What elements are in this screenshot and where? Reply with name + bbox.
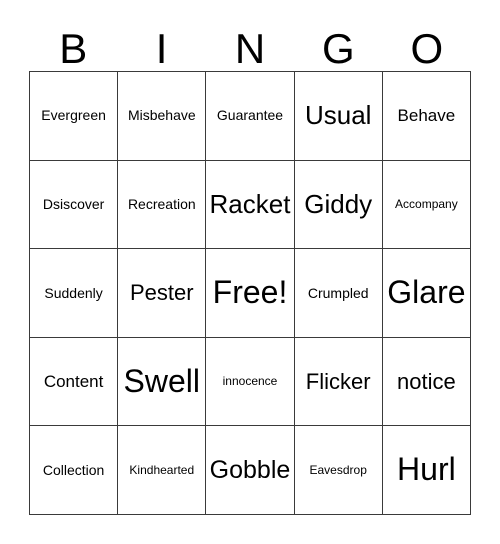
bingo-header-letter-o: O [410,25,444,72]
bingo-header-letter-n: N [234,25,266,72]
bingo-cell[interactable]: Crumpled [294,249,383,338]
bingo-cell-label: Accompany [395,197,458,212]
bingo-cell[interactable]: Misbehave [118,72,207,161]
bingo-cell-label: Swell [123,362,201,399]
bingo-cell[interactable]: Pester [118,249,207,338]
bingo-header-letter-i: I [155,25,168,72]
bingo-cell-label: Hurl [397,451,456,488]
bingo-grid: Evergreen Misbehave Guarantee Usual Behave Ds… [29,71,471,515]
bingo-card: B I N G O Evergreen Misbehave Guarantee Usu… [29,14,471,515]
bingo-cell-label: Free! [212,274,288,311]
bingo-cell-label: Pester [129,280,194,306]
bingo-cell-label: Usual [304,100,372,131]
bingo-cell-label: innocence [222,374,278,389]
bingo-cell-label: Glare [387,274,466,311]
bingo-cell[interactable]: Hurl [382,426,471,515]
bingo-cell-label: Kindhearted [129,462,195,477]
bingo-cell[interactable]: Flicker [294,337,383,427]
bingo-cell-label: notice [397,369,456,395]
bingo-cell[interactable]: Kindhearted [118,426,207,515]
bingo-cell[interactable]: Giddy [294,160,383,250]
bingo-cell-label: Guarantee [216,107,284,124]
bingo-cell[interactable]: Accompany [382,160,471,250]
bingo-cell-label: Content [43,371,104,391]
bingo-cell[interactable]: Suddenly [30,249,119,338]
bingo-cell[interactable]: Content [30,337,119,427]
bingo-cell[interactable]: Guarantee [206,72,295,161]
bingo-cell-label: Behave [397,105,456,125]
bingo-cell[interactable]: Evergreen [30,72,119,161]
bingo-cell[interactable]: Glare [382,249,471,338]
bingo-cell[interactable]: notice [382,337,471,427]
bingo-cell-label: Crumpled [307,284,369,301]
bingo-cell-label: Gobble [209,456,291,485]
bingo-cell[interactable]: Gobble [206,426,295,515]
bingo-cell[interactable]: innocence [206,337,295,427]
bingo-cell[interactable]: Collection [30,426,119,515]
bingo-cell-label: Suddenly [44,284,103,301]
bingo-cell[interactable]: Recreation [118,160,207,250]
bingo-cell[interactable]: Dsiscover [30,160,119,250]
bingo-cell[interactable]: Usual [294,72,383,161]
bingo-cell-label: Recreation [127,196,196,213]
bingo-cell[interactable]: Behave [382,72,471,161]
bingo-cell[interactable]: Eavesdrop [294,426,383,515]
bingo-cell[interactable]: Swell [118,337,207,427]
bingo-cell-label: Evergreen [41,107,106,124]
bingo-cell-label: Dsiscover [42,196,105,213]
bingo-cell-label: Flicker [305,369,371,395]
bingo-cell-free-space[interactable]: Free! [206,249,295,338]
bingo-cell-label: Misbehave [127,107,196,124]
bingo-header-letter-b: B [59,25,88,72]
bingo-cell-label: Collection [42,461,105,478]
bingo-header-letter-g: G [322,25,355,72]
bingo-cell-label: Eavesdrop [309,462,367,477]
bingo-cell[interactable]: Racket [206,160,295,250]
bingo-header-row: B I N G O [29,14,471,71]
bingo-cell-label: Racket [209,188,291,219]
bingo-cell-label: Giddy [304,188,373,219]
